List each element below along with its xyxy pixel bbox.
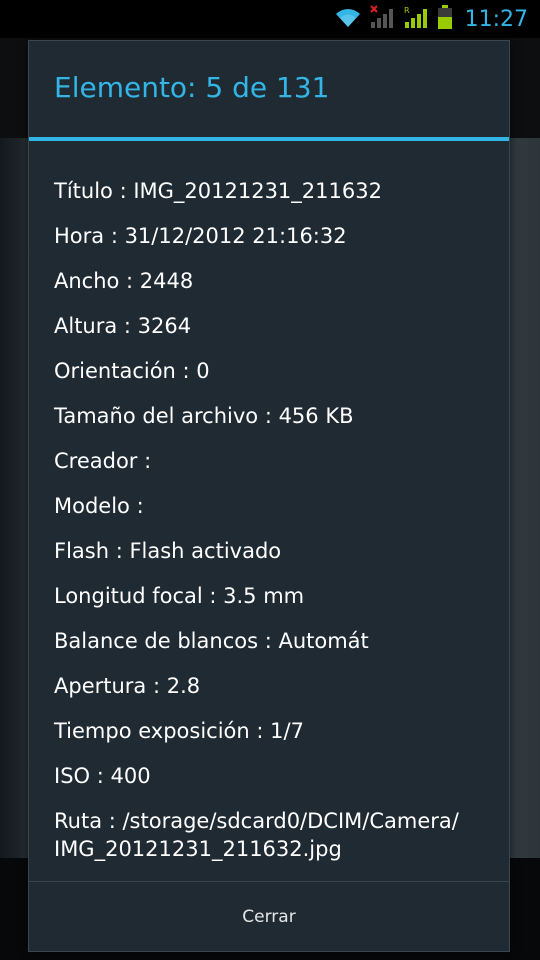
status-bar: R 11:27 [0,0,540,38]
detail-file-size: Tamaño del archivo : 456 KB [54,404,354,428]
detail-focal-length: Longitud focal : 3.5 mm [54,584,305,608]
detail-time: Hora : 31/12/2012 21:16:32 [54,224,347,248]
close-button[interactable]: Cerrar [29,882,509,952]
detail-creator: Creador : [54,449,152,473]
svg-text:R: R [404,6,410,15]
detail-width: Ancho : 2448 [54,269,194,293]
detail-height: Altura : 3264 [54,314,192,338]
detail-orientation: Orientación : 0 [54,359,210,383]
detail-white-balance: Balance de blancos : Automát [54,629,369,653]
detail-model: Modelo : [54,494,144,518]
detail-path-line2: IMG_20121231_211632.jpg [54,837,342,861]
detail-exposure-time: Tiempo exposición : 1/7 [54,719,304,743]
detail-path-line1: Ruta : /storage/sdcard0/DCIM/Camera/ [54,809,459,833]
wifi-icon [333,5,363,33]
title-divider [29,137,509,141]
status-clock: 11:27 [464,6,528,32]
detail-aperture: Apertura : 2.8 [54,674,201,698]
battery-icon [437,4,453,34]
detail-flash: Flash : Flash activado [54,539,282,563]
detail-iso: ISO : 400 [54,764,151,788]
dialog-title: Elemento: 5 de 131 [54,71,330,104]
details-dialog: Elemento: 5 de 131 Título : IMG_20121231… [28,40,510,952]
signal-no-service-icon [369,5,397,33]
signal-roaming-icon: R [403,5,431,33]
detail-path: Ruta : /storage/sdcard0/DCIM/Camera/ IMG… [54,799,499,863]
details-list: Título : IMG_20121231_211632 Hora : 31/1… [54,169,499,863]
detail-title: Título : IMG_20121231_211632 [54,179,382,203]
